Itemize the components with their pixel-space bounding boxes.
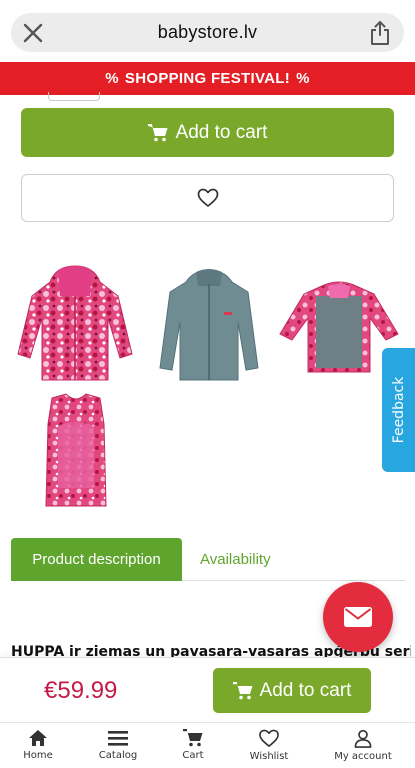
percent-symbol: % [105,70,119,87]
cart-icon [147,123,168,141]
mail-icon [344,607,372,627]
nav-wishlist-label: Wishlist [249,751,289,762]
menu-icon [108,731,128,746]
nav-cart-label: Cart [182,750,204,761]
sticky-add-to-cart-label: Add to cart [259,679,352,701]
heart-icon [197,188,218,207]
product-image-grey-fleece-jacket[interactable] [150,264,268,386]
cart-icon [232,681,253,699]
promo-text: SHOPPING FESTIVAL! [124,70,291,87]
percent-symbol: % [296,70,310,87]
add-to-cart-button[interactable]: Add to cart [21,108,394,157]
cart-icon [183,729,203,747]
tab-product-description[interactable]: Product description [11,538,182,581]
add-to-wishlist-button[interactable] [21,174,394,222]
product-image-pink-floral-vest[interactable] [40,392,112,510]
product-image-pink-floral-jacket[interactable] [14,262,136,386]
nav-my-account[interactable]: My account [323,729,403,762]
feedback-tab[interactable]: Feedback [382,348,415,472]
nav-wishlist[interactable]: Wishlist [229,729,309,762]
promo-banner[interactable]: % SHOPPING FESTIVAL!% [0,62,415,95]
heart-icon [259,729,279,747]
url-text[interactable]: babystore.lv [0,22,415,43]
home-icon [29,730,47,746]
sticky-price-bar: €59.99 Add to cart [0,657,415,720]
sticky-add-to-cart-button[interactable]: Add to cart [213,668,371,713]
bottom-navigation: Home Catalog Cart Wishlist My account [0,722,415,768]
nav-home-label: Home [23,750,53,761]
nav-catalog[interactable]: Catalog [78,729,158,761]
quantity-field[interactable] [48,92,100,101]
add-to-cart-label: Add to cart [175,121,268,143]
nav-cart[interactable]: Cart [153,729,233,761]
contact-mail-button[interactable] [323,582,393,652]
browser-toolbar: babystore.lv [0,0,415,62]
feedback-label: Feedback [390,376,407,444]
nav-my-account-label: My account [334,751,392,762]
tab-availability[interactable]: Availability [200,538,271,581]
share-icon[interactable] [368,20,392,46]
nav-catalog-label: Catalog [98,750,138,761]
nav-home[interactable]: Home [0,729,78,761]
product-price: €59.99 [44,677,118,704]
user-icon [354,729,372,748]
